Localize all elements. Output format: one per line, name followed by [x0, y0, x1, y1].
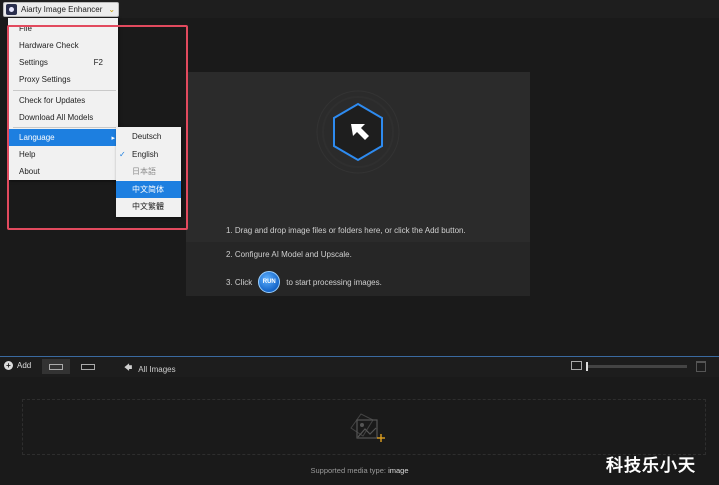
menu-item-language[interactable]: Language ▸	[8, 129, 118, 146]
grid-view-icon	[49, 363, 63, 370]
run-button[interactable]: RUN	[258, 271, 281, 293]
menu-item-label: Help	[19, 150, 36, 159]
title-bar: Aiarty Image Enhancer ⌄	[0, 0, 719, 18]
step-3-suffix: to start processing images.	[286, 277, 382, 287]
list-view-button[interactable]	[74, 359, 102, 374]
grid-view-button[interactable]	[42, 359, 70, 374]
language-option-deutsch[interactable]: Deutsch	[116, 128, 181, 145]
language-label: 中文简体	[132, 185, 164, 194]
shortcut-label: F2	[93, 58, 103, 67]
supported-prefix: Supported media type:	[310, 466, 386, 475]
app-title: Aiarty Image Enhancer	[21, 5, 103, 14]
language-label: 中文繁體	[132, 202, 164, 211]
menu-item-file[interactable]: File	[8, 20, 118, 37]
thumbnail-size-slider[interactable]	[586, 362, 687, 371]
language-label: 日本語	[132, 167, 156, 176]
app-logo-icon	[6, 4, 17, 15]
menu-item-check-updates[interactable]: Check for Updates	[8, 92, 118, 109]
instruction-step-1: 1. Drag and drop image files or folders …	[226, 226, 466, 235]
drop-zone-panel[interactable]: 1. Drag and drop image files or folders …	[186, 72, 530, 296]
language-label: Deutsch	[132, 132, 162, 141]
add-label: Add	[17, 361, 32, 370]
language-option-traditional-chinese[interactable]: 中文繁體	[116, 198, 181, 215]
menu-separator	[13, 90, 116, 91]
check-icon: ✓	[119, 150, 126, 159]
menu-item-about[interactable]: About	[8, 163, 118, 180]
menu-item-settings[interactable]: Settings F2	[8, 54, 118, 71]
language-option-english[interactable]: ✓ English	[116, 146, 181, 163]
menu-item-label: About	[19, 167, 40, 176]
menu-item-label: Download All Models	[19, 113, 94, 122]
all-images-label: All Images	[138, 364, 176, 374]
arrow-left-icon[interactable]: 🡄	[124, 362, 132, 376]
upload-arrow-icon[interactable]	[316, 90, 400, 174]
add-image-icon[interactable]	[345, 410, 391, 446]
menu-item-help[interactable]: Help	[8, 146, 118, 163]
watermark-text: 科技乐小天	[606, 456, 696, 476]
menu-item-label: File	[19, 24, 32, 33]
menu-item-label: Settings	[19, 58, 48, 67]
language-option-japanese[interactable]: 日本語	[116, 163, 181, 180]
menu-item-proxy-settings[interactable]: Proxy Settings	[8, 71, 118, 88]
chevron-right-icon: ▸	[111, 134, 115, 142]
supported-value: image	[388, 466, 409, 475]
add-button[interactable]: + Add	[4, 361, 31, 370]
menu-item-label: Check for Updates	[19, 96, 86, 105]
plus-circle-icon: +	[4, 361, 13, 370]
language-label: English	[132, 150, 159, 159]
language-option-simplified-chinese[interactable]: 中文简体	[116, 181, 181, 198]
app-menu-button[interactable]: Aiarty Image Enhancer ⌄	[3, 2, 119, 17]
trash-icon[interactable]	[696, 361, 706, 372]
list-view-icon	[81, 363, 95, 370]
menu-separator	[13, 127, 116, 128]
language-submenu: Deutsch ✓ English 日本語 中文简体 中文繁體	[116, 127, 181, 217]
menu-item-label: Proxy Settings	[19, 75, 71, 84]
image-icon	[571, 361, 582, 370]
menu-item-label: Language	[19, 133, 55, 142]
step-3-prefix: 3. Click	[226, 277, 253, 287]
menu-item-download-models[interactable]: Download All Models	[8, 109, 118, 126]
chevron-down-icon: ⌄	[108, 5, 116, 14]
slider-handle[interactable]	[586, 362, 588, 371]
instruction-step-3: 3. Click RUN to start processing images.	[226, 271, 382, 293]
menu-item-hardware-check[interactable]: Hardware Check	[8, 37, 118, 54]
bottom-toolbar: + Add 🡄 All Images	[0, 357, 719, 377]
instruction-step-2: 2. Configure AI Model and Upscale.	[226, 250, 352, 259]
all-images-breadcrumb[interactable]: 🡄 All Images	[124, 362, 176, 376]
app-dropdown-menu: File Hardware Check Settings F2 Proxy Se…	[8, 18, 118, 180]
menu-item-label: Hardware Check	[19, 41, 79, 50]
